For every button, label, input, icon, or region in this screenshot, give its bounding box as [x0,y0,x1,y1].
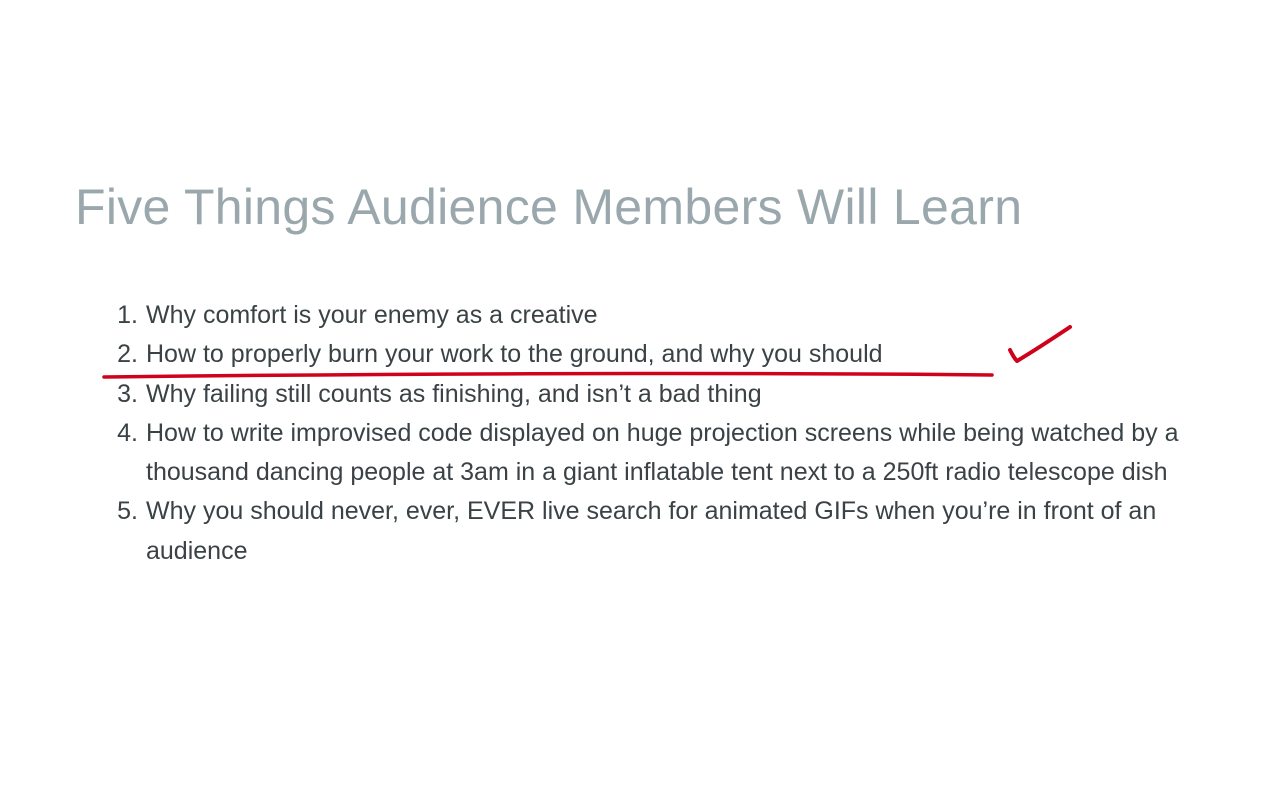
item-number: 5. [117,497,138,526]
item-text: Why comfort is your enemy as a creative [146,301,598,329]
item-text: Why you should never, ever, EVER live se… [146,497,1157,565]
item-number: 2. [117,340,138,369]
page-title: Five Things Audience Members Will Learn [75,179,1023,235]
item-number: 1. [117,301,138,329]
list-item: 4. How to write improvised code displaye… [0,414,1220,493]
item-text: How to write improvised code displayed o… [146,418,1179,487]
learn-list: 1. Why comfort is your enemy as a creati… [0,296,1220,571]
item-number: 4. [117,418,138,447]
item-text: How to properly burn your work to the gr… [146,340,883,369]
list-item: 5. Why you should never, ever, EVER live… [0,492,1220,571]
list-item: 2. How to properly burn your work to the… [0,335,1220,374]
item-text: Why failing still counts as finishing, a… [146,379,762,408]
list-item: 3. Why failing still counts as finishing… [0,375,1220,414]
item-number: 3. [117,379,138,408]
list-item: 1. Why comfort is your enemy as a creati… [0,296,1220,335]
